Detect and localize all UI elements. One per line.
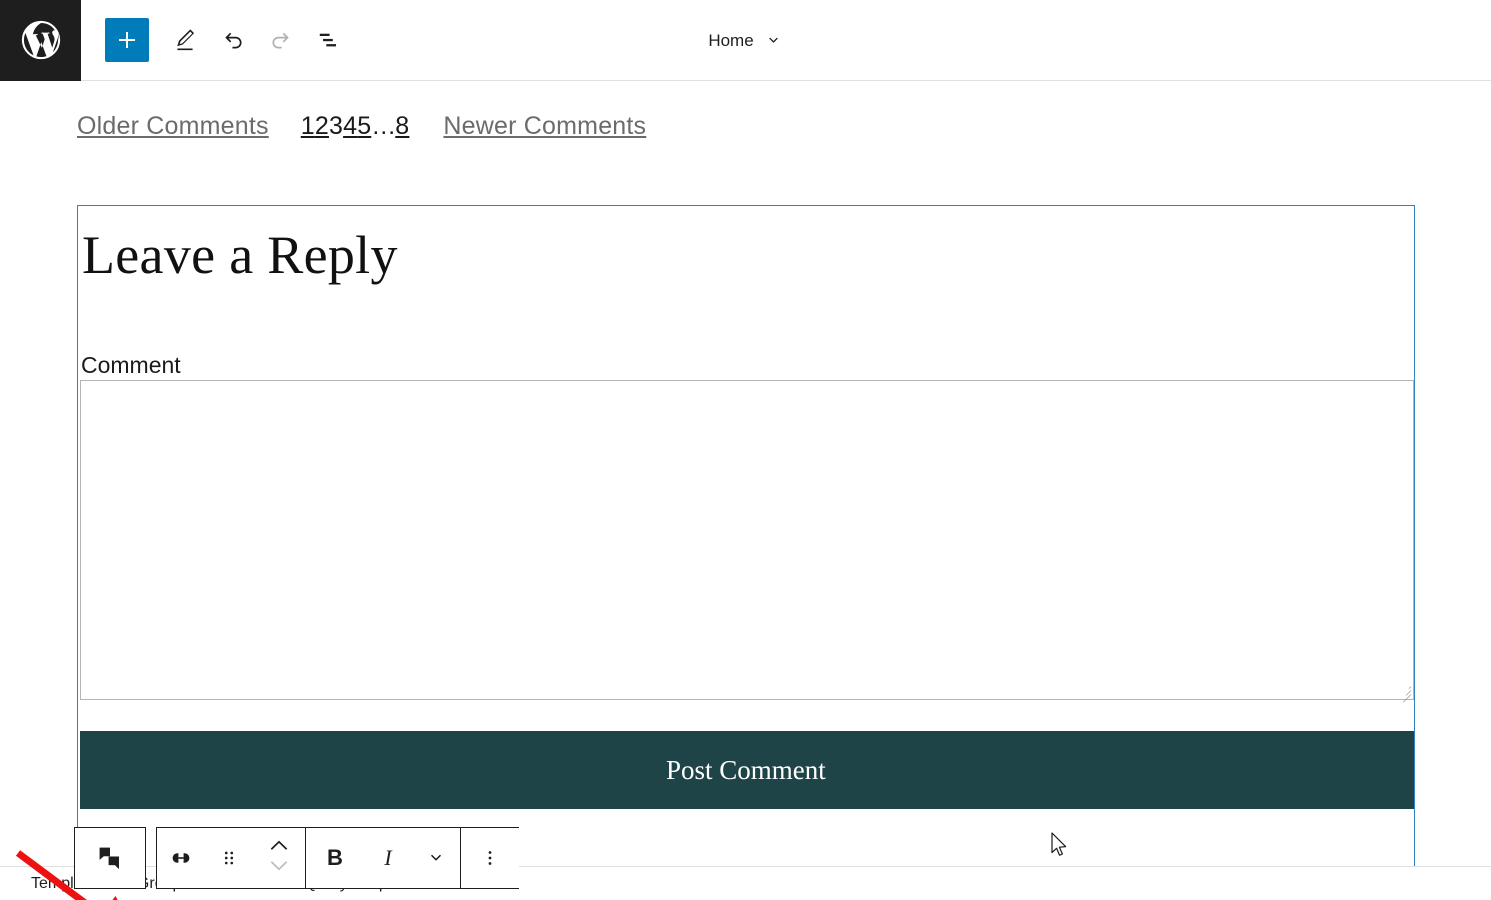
comments-pagination: Older Comments 1 2 3 4 5 … 8 Newer Comme… bbox=[77, 112, 646, 141]
drag-handle-icon[interactable] bbox=[205, 828, 253, 888]
more-formatting-icon[interactable] bbox=[412, 828, 460, 888]
page-number-1[interactable]: 1 bbox=[301, 112, 315, 141]
list-view-button[interactable] bbox=[305, 16, 353, 64]
page-number-current: 3 bbox=[328, 112, 344, 140]
page-number-8[interactable]: 8 bbox=[395, 112, 409, 141]
page-number-4[interactable]: 4 bbox=[343, 112, 357, 141]
leave-a-reply-heading: Leave a Reply bbox=[82, 225, 398, 285]
editor-canvas: Older Comments 1 2 3 4 5 … 8 Newer Comme… bbox=[0, 81, 1491, 900]
bold-button[interactable]: B bbox=[306, 828, 364, 888]
redo-button[interactable] bbox=[257, 16, 305, 64]
comment-block-icon[interactable] bbox=[86, 828, 134, 888]
move-up-icon[interactable] bbox=[268, 838, 290, 857]
editor-header: Home bbox=[0, 0, 1491, 81]
comment-field-label: Comment bbox=[81, 352, 181, 378]
older-comments-link[interactable]: Older Comments bbox=[77, 112, 269, 141]
move-down-icon[interactable] bbox=[268, 859, 290, 878]
post-comment-button[interactable]: Post Comment bbox=[666, 755, 826, 786]
edit-tool-button[interactable] bbox=[161, 16, 209, 64]
editor-root: Home Older Comments 1 2 3 4 5 … 8 Newer … bbox=[0, 0, 1491, 900]
block-options-icon[interactable] bbox=[461, 828, 519, 888]
resize-handle-icon[interactable] bbox=[1397, 683, 1412, 703]
post-comments-form-block[interactable]: Leave a Reply Comment Post Comment bbox=[77, 205, 1415, 883]
italic-button[interactable]: I bbox=[364, 828, 412, 888]
page-number-2[interactable]: 2 bbox=[315, 112, 329, 141]
document-title-label: Home bbox=[708, 30, 754, 50]
comment-textarea[interactable] bbox=[80, 380, 1414, 703]
header-tools bbox=[81, 16, 353, 64]
pagination-numbers: 1 2 3 4 5 … 8 bbox=[301, 112, 410, 141]
block-type-group bbox=[74, 827, 146, 889]
add-block-button[interactable] bbox=[105, 18, 149, 62]
block-toolbar: B I bbox=[74, 827, 519, 889]
document-title-dropdown[interactable]: Home bbox=[698, 25, 792, 57]
chevron-down-icon bbox=[764, 31, 783, 50]
block-movers bbox=[253, 838, 305, 878]
block-actions-group: B I bbox=[156, 827, 519, 889]
pagination-ellipsis: … bbox=[371, 112, 396, 140]
page-number-5[interactable]: 5 bbox=[357, 112, 371, 141]
undo-button[interactable] bbox=[209, 16, 257, 64]
link-icon[interactable] bbox=[157, 828, 205, 888]
wordpress-logo-icon[interactable] bbox=[0, 0, 81, 81]
newer-comments-link[interactable]: Newer Comments bbox=[443, 112, 646, 141]
post-comment-submit-strip: Post Comment bbox=[80, 731, 1414, 809]
